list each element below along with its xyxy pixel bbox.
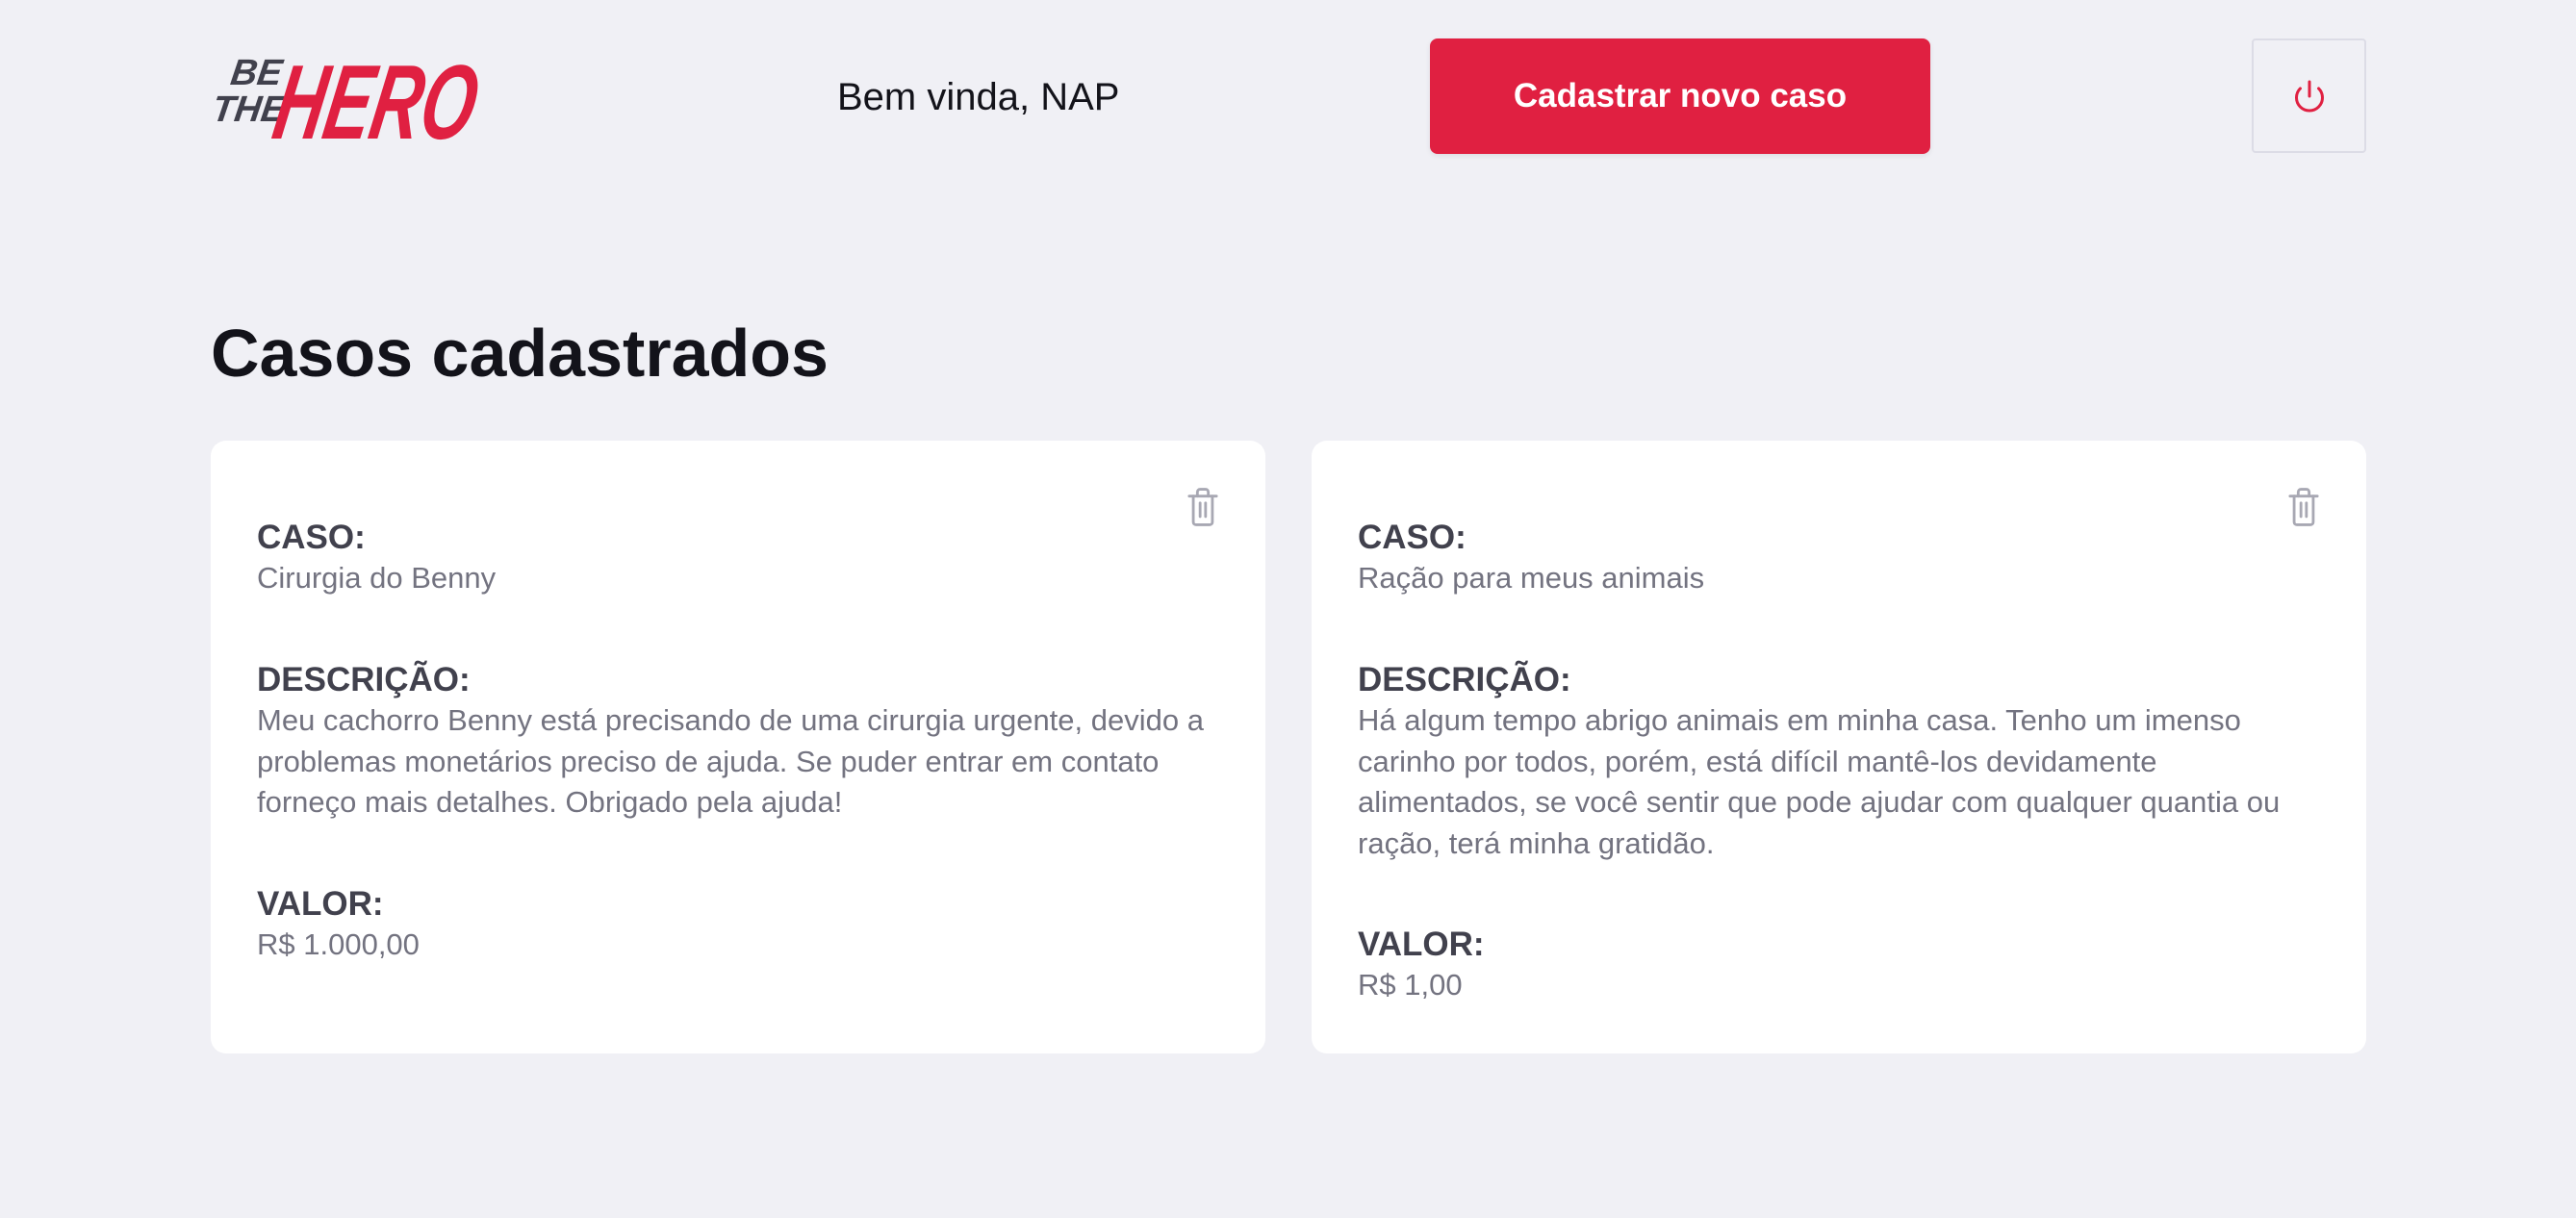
- description-label: DESCRIÇÃO:: [257, 661, 471, 698]
- svg-text:BE: BE: [228, 52, 286, 93]
- case-title: Ração para meus animais: [1358, 561, 1705, 595]
- value-label: VALOR:: [1358, 926, 1485, 963]
- delete-case-button[interactable]: [2284, 486, 2323, 528]
- page-title: Casos cadastrados: [211, 316, 829, 391]
- case-value: R$ 1,00: [1358, 968, 1463, 1002]
- delete-case-button[interactable]: [1184, 486, 1222, 528]
- case-card: CASO: Ração para meus animais DESCRIÇÃO:…: [1312, 441, 2366, 1053]
- trash-icon: [2288, 488, 2319, 526]
- svg-text:HERO: HERO: [266, 44, 487, 160]
- case-label: CASO:: [1358, 519, 1467, 556]
- case-label: CASO:: [257, 519, 366, 556]
- value-label: VALOR:: [257, 885, 384, 923]
- app-root: BE THE HERO Bem vinda, NAP Cadastrar nov…: [0, 0, 2576, 1218]
- case-description: Meu cachorro Benny está precisando de um…: [257, 703, 1204, 819]
- trash-icon: [1187, 488, 1218, 526]
- case-card: CASO: Cirurgia do Benny DESCRIÇÃO: Meu c…: [211, 441, 1265, 1053]
- new-case-button[interactable]: Cadastrar novo caso: [1430, 38, 1930, 154]
- case-value: R$ 1.000,00: [257, 927, 420, 961]
- power-icon: [2294, 80, 2324, 112]
- logout-button[interactable]: [2252, 38, 2366, 153]
- description-label: DESCRIÇÃO:: [1358, 661, 1571, 698]
- case-description: Há algum tempo abrigo animais em minha c…: [1358, 703, 2281, 860]
- welcome-message: Bem vinda, NAP: [837, 76, 1120, 118]
- be-the-hero-logo: BE THE HERO: [210, 44, 487, 160]
- case-title: Cirurgia do Benny: [257, 561, 497, 595]
